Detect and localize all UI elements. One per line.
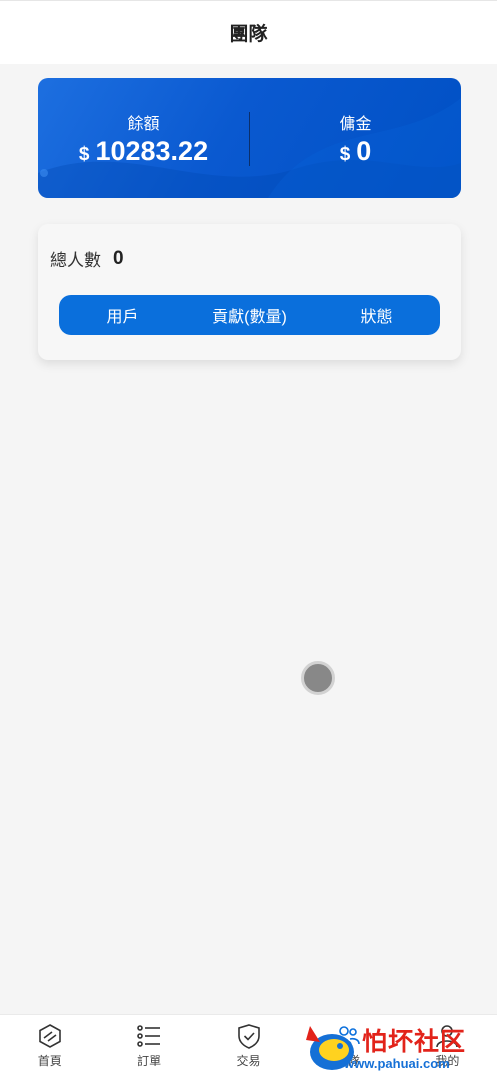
tab-orders-label: 訂單 [137, 1054, 162, 1068]
home-cube-icon [36, 1022, 64, 1050]
loading-spinner [301, 661, 335, 695]
tab-home-label: 首頁 [37, 1054, 62, 1068]
tab-trade-label: 交易 [236, 1054, 261, 1068]
commission-amount: $ 0 [340, 136, 372, 167]
balance-card: 餘額 $ 10283.22 傭金 $ 0 [38, 78, 461, 198]
column-status: 狀態 [360, 309, 393, 326]
watermark-text: 怕坏社区 [362, 1027, 467, 1056]
team-total: 總人數 0 [50, 246, 124, 271]
page-title: 團隊 [229, 24, 268, 45]
tab-home[interactable]: 首頁 [0, 1015, 99, 1076]
total-members-label: 總人數 [50, 251, 101, 270]
commission-label: 傭金 [339, 115, 372, 133]
top-header: 團隊 [0, 0, 497, 64]
column-user: 用戶 [106, 309, 139, 326]
balance-value: 10283.22 [95, 135, 209, 166]
list-icon [135, 1022, 163, 1050]
column-contribution: 貢獻(數量) [212, 309, 287, 326]
site-watermark: 怕坏社区 www.pahuai.com [300, 1018, 497, 1076]
balance-label: 餘額 [127, 115, 160, 133]
commission-value: 0 [356, 135, 372, 166]
commission-section: 傭金 $ 0 [250, 78, 461, 198]
watermark-url: www.pahuai.com [344, 1056, 450, 1071]
team-card: 總人數 0 用戶 貢獻(數量) 狀態 [38, 224, 461, 360]
team-table-header: 用戶 貢獻(數量) 狀態 [59, 295, 440, 335]
commission-currency: $ [339, 143, 351, 165]
balance-section: 餘額 $ 10283.22 [38, 78, 249, 198]
tab-orders[interactable]: 訂單 [99, 1015, 198, 1076]
total-members-value: 0 [113, 247, 124, 269]
balance-amount: $ 10283.22 [79, 136, 208, 167]
tab-trade[interactable]: 交易 [199, 1015, 298, 1076]
shield-check-icon [235, 1022, 263, 1050]
balance-currency: $ [78, 143, 90, 165]
